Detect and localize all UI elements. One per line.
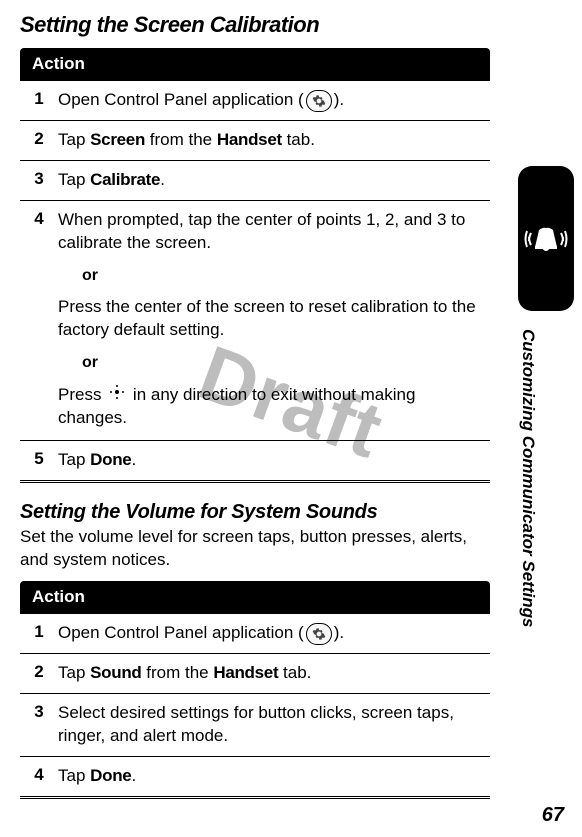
step-number: 4 [20, 209, 58, 432]
step-text: Tap Screen from the Handset tab. [58, 129, 321, 152]
step-text: Select desired settings for button click… [58, 702, 490, 748]
step-number: 1 [20, 89, 58, 112]
bell-icon [518, 166, 574, 311]
table-row: 5 Tap Done. [20, 441, 490, 481]
step-number: 4 [20, 765, 58, 788]
step-text: Tap Sound from the Handset tab. [58, 662, 317, 685]
table-row: 3 Select desired settings for button cli… [20, 694, 490, 757]
gear-icon [306, 623, 332, 645]
action-header-1: Action [20, 48, 490, 80]
section1-title: Setting the Screen Calibration [20, 12, 490, 38]
step-number: 5 [20, 449, 58, 472]
table-row: 1 Open Control Panel application (). [20, 81, 490, 121]
step-text: Open Control Panel application (). [58, 622, 350, 645]
step-text: Open Control Panel application (). [58, 89, 350, 112]
step-text: When prompted, tap the center of points … [58, 209, 490, 432]
section2-intro: Set the volume level for screen taps, bu… [20, 526, 490, 572]
table-row: 2 Tap Sound from the Handset tab. [20, 654, 490, 694]
table-row: 3 Tap Calibrate. [20, 161, 490, 201]
action-header-2: Action [20, 581, 490, 613]
page-number: 67 [542, 804, 564, 827]
step-number: 2 [20, 129, 58, 152]
step-text: Tap Done. [58, 765, 142, 788]
side-tab: Customizing Communicator Settings [518, 166, 574, 796]
step-number: 2 [20, 662, 58, 685]
step-text: Tap Calibrate. [58, 169, 171, 192]
step-number: 3 [20, 702, 58, 748]
gear-icon [306, 90, 332, 112]
chapter-label: Customizing Communicator Settings [518, 329, 538, 669]
table-row: 2 Tap Screen from the Handset tab. [20, 121, 490, 161]
step-text: Tap Done. [58, 449, 142, 472]
nav-icon [109, 384, 125, 407]
section2-title: Setting the Volume for System Sounds [20, 501, 490, 524]
step-number: 3 [20, 169, 58, 192]
table-row: 4 When prompted, tap the center of point… [20, 201, 490, 441]
table-row: 4 Tap Done. [20, 757, 490, 797]
step-number: 1 [20, 622, 58, 645]
table-row: 1 Open Control Panel application (). [20, 614, 490, 654]
